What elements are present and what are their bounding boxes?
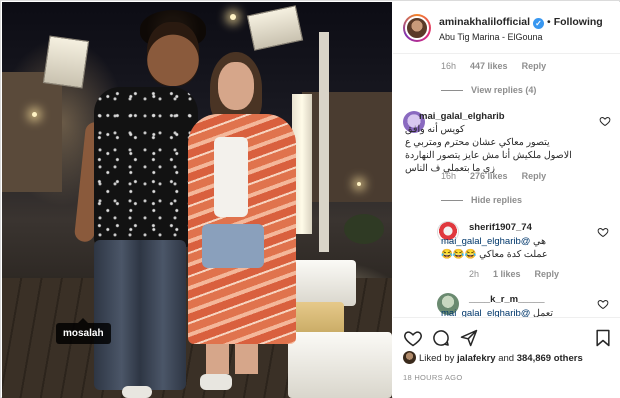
comment-text: كويس أنه وافق يتصور معاكي عشان محترم ومت… — [405, 123, 585, 175]
comment-likes[interactable]: 276 likes — [470, 171, 508, 181]
person-face — [147, 22, 199, 86]
commenter-username[interactable]: sherif1907_74 — [469, 222, 532, 233]
reply-item: ____k_r_m_____ تعمل @mai_galal_elgharib — [437, 293, 617, 317]
verified-badge-icon: ✓ — [533, 18, 545, 29]
commenter-username[interactable]: ____k_r_m_____ — [469, 294, 545, 305]
comment-meta: 16h 447 likes Reply — [441, 61, 560, 71]
comment-meta: 16h 276 likes Reply — [441, 171, 560, 181]
reply-prefix: هي — [533, 236, 546, 247]
liked-by-summary: Liked by jalafekry and 384,869 others — [403, 351, 583, 364]
divider-line — [441, 200, 463, 202]
comment-time: 16h — [441, 61, 457, 71]
commenter-username[interactable]: mai_galal_elgharib — [419, 111, 505, 122]
heart-icon[interactable] — [403, 328, 423, 348]
likes-count[interactable]: 384,869 others — [517, 353, 583, 364]
night-light — [32, 112, 37, 117]
comment-text-line: الاصول ملكيش أنا مش عايز يتصور النهاردة — [405, 150, 572, 161]
heart-icon[interactable] — [597, 298, 609, 310]
liked-by-prefix: Liked by — [419, 353, 455, 364]
background-building — [2, 72, 62, 192]
person-jeans — [94, 240, 186, 390]
post-header: aminakhalilofficial ✓ • Following Abu Tig M… — [393, 2, 620, 54]
mention-link[interactable]: @mai_galal_elgharib — [441, 236, 530, 247]
comment-text-line: كويس أنه وافق — [405, 124, 465, 135]
divider-line — [441, 90, 463, 92]
author-line: aminakhalilofficial ✓ • Following — [439, 16, 603, 29]
reply-text-line: تعمل @mai_galal_elgharib — [441, 307, 589, 317]
background-building — [302, 92, 392, 202]
share-icon[interactable] — [459, 328, 479, 348]
reply-text-line: هي @mai_galal_elgharib — [441, 235, 589, 248]
bookmark-icon[interactable] — [593, 328, 613, 348]
comment-time: 16h — [441, 171, 457, 181]
person-shorts — [202, 224, 264, 268]
lounge-cushion — [288, 332, 392, 398]
view-replies-toggle[interactable]: View replies (4) — [441, 85, 536, 95]
post-photo[interactable]: mosalah — [2, 2, 392, 398]
reply-button[interactable]: Reply — [535, 269, 560, 279]
following-button[interactable]: Following — [554, 16, 603, 28]
planter — [344, 214, 384, 244]
light-pole — [319, 32, 329, 252]
reply-prefix: تعمل — [533, 308, 553, 317]
post-modal: mosalah aminakhalilofficial ✓ • Following A… — [0, 0, 620, 398]
view-replies-label: View replies (4) — [471, 85, 537, 95]
author-avatar[interactable] — [403, 14, 431, 42]
person-shoe — [122, 386, 152, 398]
post-timestamp[interactable]: 18 HOURS AGO — [403, 373, 462, 382]
night-light — [230, 14, 236, 20]
photo-user-tag[interactable]: mosalah — [56, 318, 111, 344]
person-top — [214, 137, 248, 217]
night-light — [357, 182, 361, 186]
hide-replies-toggle[interactable]: Hide replies — [441, 195, 522, 205]
comment-text-line: يتصور معاكي عشان محترم ومتربي ع — [405, 137, 550, 148]
comments-list[interactable]: 16h 447 likes Reply View replies (4) mai_g… — [393, 55, 620, 317]
heart-icon[interactable] — [597, 226, 609, 238]
comment-meta: 2h 1 likes Reply — [469, 269, 573, 279]
reply-text-line: عملت كدة معاكي 😂😂😂 — [441, 249, 548, 260]
comment-likes[interactable]: 1 likes — [493, 269, 521, 279]
reply-text: هي @mai_galal_elgharib عملت كدة معاكي 😂😂… — [441, 235, 589, 261]
separator-dot: • — [547, 16, 551, 28]
comment-time: 2h — [469, 269, 480, 279]
person-shirt — [94, 87, 198, 247]
reply-button[interactable]: Reply — [522, 171, 547, 181]
reply-text: تعمل @mai_galal_elgharib — [441, 307, 589, 317]
mention-link[interactable]: @mai_galal_elgharib — [441, 308, 530, 317]
comment-icon[interactable] — [431, 328, 451, 348]
reply-button[interactable]: Reply — [522, 61, 547, 71]
post-location[interactable]: Abu Tig Marina - ElGouna — [439, 32, 543, 42]
liked-by-and: and — [498, 353, 515, 364]
liker-username[interactable]: jalafekry — [457, 353, 496, 364]
person-face — [218, 62, 254, 110]
heart-icon[interactable] — [599, 115, 611, 127]
liker-avatar[interactable] — [403, 351, 416, 364]
stage-light — [42, 35, 90, 89]
stage-light — [246, 5, 304, 51]
hide-replies-label: Hide replies — [471, 195, 523, 205]
post-sidebar: aminakhalilofficial ✓ • Following Abu Tig M… — [393, 2, 620, 398]
author-username[interactable]: aminakhalilofficial — [439, 16, 530, 28]
comment-likes[interactable]: 447 likes — [470, 61, 508, 71]
person-sneaker — [200, 374, 232, 390]
